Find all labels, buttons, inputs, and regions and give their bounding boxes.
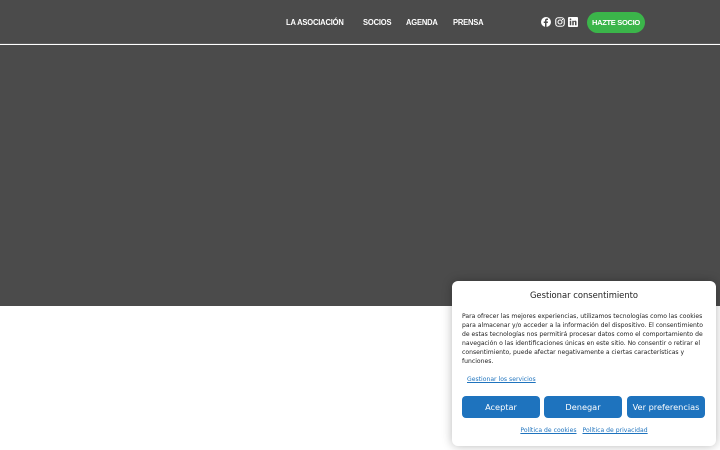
linkedin-icon[interactable] [568, 17, 578, 27]
nav-item-prensa[interactable]: PRENSA [453, 17, 484, 27]
hero-banner [0, 45, 720, 306]
social-links [541, 17, 582, 27]
instagram-icon[interactable] [554, 17, 565, 27]
consent-title: Gestionar consentimiento [529, 290, 639, 300]
nav-item-la-asociacion[interactable]: LA ASOCIACIÓN [286, 17, 344, 27]
accept-button[interactable]: Aceptar [462, 396, 540, 418]
deny-button[interactable]: Denegar [544, 396, 622, 418]
manage-services-link[interactable]: Gestionar los servicios [467, 376, 536, 383]
hazte-socio-button[interactable]: HAZTE SOCIO [587, 12, 645, 33]
privacy-policy-link[interactable]: Política de privacidad [582, 427, 647, 434]
cookie-consent-dialog: Gestionar consentimiento Para ofrecer la… [452, 281, 716, 446]
consent-footer-links: Política de cookies Política de privacid… [452, 427, 716, 434]
nav-item-agenda[interactable]: AGENDA [406, 17, 438, 27]
cookie-policy-link[interactable]: Política de cookies [520, 427, 576, 434]
site-header: LA ASOCIACIÓN SOCIOS AGENDA PRENSA HAZTE… [0, 0, 720, 44]
consent-body-text: Para ofrecer las mejores experiencias, u… [462, 313, 703, 365]
facebook-icon[interactable] [541, 17, 551, 27]
nav-item-socios[interactable]: SOCIOS [363, 17, 392, 27]
view-preferences-button[interactable]: Ver preferencias [627, 396, 705, 418]
main-nav: LA ASOCIACIÓN SOCIOS AGENDA PRENSA [286, 0, 498, 44]
